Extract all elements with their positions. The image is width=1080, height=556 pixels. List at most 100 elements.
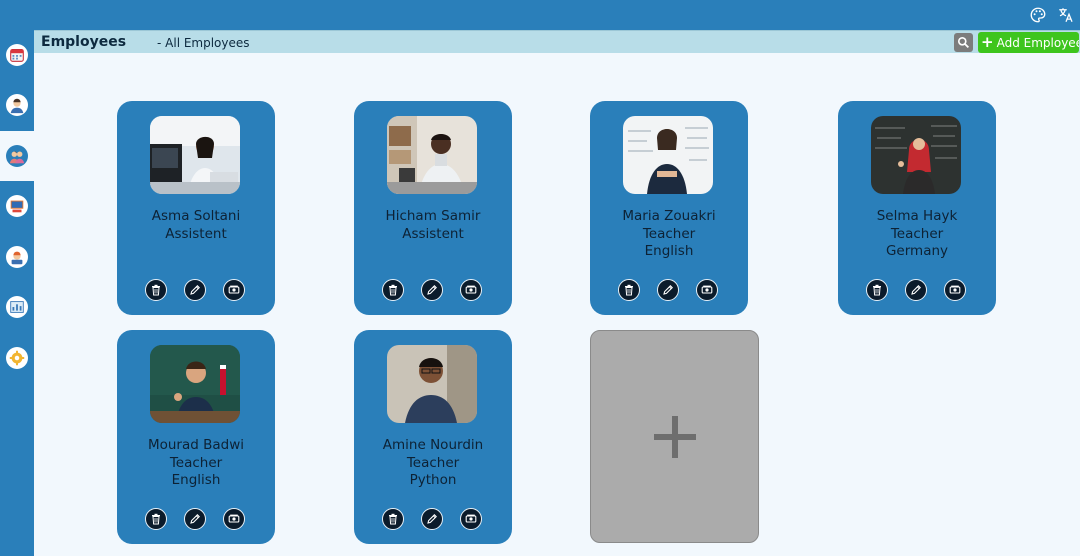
translate-icon[interactable] [1056,5,1076,25]
card-actions [354,279,512,301]
edit-pencil-icon [427,514,437,524]
delete-button[interactable] [145,508,167,530]
edit-pencil-icon [190,514,200,524]
students-icon [6,246,28,268]
sidebar [0,30,34,556]
teacher-icon [6,94,28,116]
add-employee-label: Add Employee [996,35,1079,50]
employee-detail: English [644,243,694,259]
card-actions [838,279,996,301]
edit-pencil-icon [663,285,673,295]
employee-name: Maria Zouakri [622,208,716,224]
sidebar-item-students[interactable] [0,232,34,282]
employee-photo [387,116,477,194]
employee-detail: English [171,472,221,488]
payment-icon [465,514,477,523]
employee-photo [150,116,240,194]
employee-name: Mourad Badwi [147,437,245,453]
chart-icon [6,296,28,318]
employee-info: Hicham Samir Assistent [354,208,512,243]
add-employee-card[interactable] [590,330,759,543]
employee-name: Selma Hayk [876,208,958,224]
employee-role: Assistent [402,225,464,242]
employee-info: Asma Soltani Assistent [117,208,275,243]
sidebar-item-settings[interactable] [0,333,34,383]
employee-info: Selma Hayk Teacher Germany [838,208,996,261]
payment-icon [701,285,713,294]
employee-card[interactable]: Maria Zouakri Teacher English [590,101,748,315]
payment-button[interactable] [944,279,966,301]
edit-pencil-icon [911,285,921,295]
card-actions [117,508,275,530]
employee-info: Mourad Badwi Teacher English [117,437,275,490]
employee-card[interactable]: Hicham Samir Assistent [354,101,512,315]
employee-photo [871,116,961,194]
employees-icon [6,145,28,167]
employee-role: Teacher [642,225,696,242]
sidebar-item-teacher[interactable] [0,80,34,130]
classroom-icon [6,195,28,217]
calendar-icon [6,44,28,66]
employee-name: Amine Nourdin [382,437,484,453]
edit-button[interactable] [657,279,679,301]
payment-button[interactable] [223,279,245,301]
edit-button[interactable] [421,508,443,530]
employee-role: Assistent [165,225,227,242]
page-header: Employees - All Employees + Add Employee [34,30,1080,53]
search-icon [957,36,970,49]
edit-pencil-icon [190,285,200,295]
page-title: Employees [41,34,127,50]
top-bar [0,0,1080,30]
sidebar-item-calendar[interactable] [0,30,34,80]
employee-card[interactable]: Amine Nourdin Teacher Python [354,330,512,544]
card-actions [354,508,512,530]
add-employee-button[interactable]: + Add Employee [978,32,1079,53]
palette-icon[interactable] [1028,5,1048,25]
employee-card[interactable]: Mourad Badwi Teacher English [117,330,275,544]
delete-button[interactable] [145,279,167,301]
payment-button[interactable] [696,279,718,301]
trash-icon [389,513,397,525]
card-actions [117,279,275,301]
settings-icon [6,347,28,369]
edit-button[interactable] [184,279,206,301]
delete-button[interactable] [382,508,404,530]
trash-icon [873,284,881,296]
delete-button[interactable] [382,279,404,301]
employee-name: Hicham Samir [385,208,481,224]
payment-button[interactable] [460,508,482,530]
employee-role: Teacher [169,454,223,471]
sidebar-item-reports[interactable] [0,282,34,332]
employee-card[interactable]: Selma Hayk Teacher Germany [838,101,996,315]
employee-info: Amine Nourdin Teacher Python [354,437,512,490]
edit-button[interactable] [905,279,927,301]
payment-icon [228,285,240,294]
employee-photo [623,116,713,194]
payment-button[interactable] [223,508,245,530]
employee-detail: Python [409,472,457,488]
employee-card[interactable]: Asma Soltani Assistent [117,101,275,315]
employee-info: Maria Zouakri Teacher English [590,208,748,261]
edit-pencil-icon [427,285,437,295]
sidebar-item-classroom[interactable] [0,181,34,231]
edit-button[interactable] [184,508,206,530]
payment-icon [949,285,961,294]
plus-icon [653,415,696,458]
sidebar-item-employees[interactable] [0,131,34,181]
delete-button[interactable] [866,279,888,301]
delete-button[interactable] [618,279,640,301]
employee-photo [387,345,477,423]
trash-icon [152,513,160,525]
employee-photo [150,345,240,423]
payment-icon [228,514,240,523]
employee-role: Teacher [890,225,944,242]
card-actions [590,279,748,301]
search-button[interactable] [954,33,973,52]
employee-name: Asma Soltani [151,208,241,224]
employee-detail: Germany [885,243,949,259]
page-subtitle: - All Employees [157,36,250,50]
payment-button[interactable] [460,279,482,301]
edit-button[interactable] [421,279,443,301]
plus-icon: + [981,33,994,51]
main-area: Employees - All Employees + Add Employee… [34,30,1080,556]
